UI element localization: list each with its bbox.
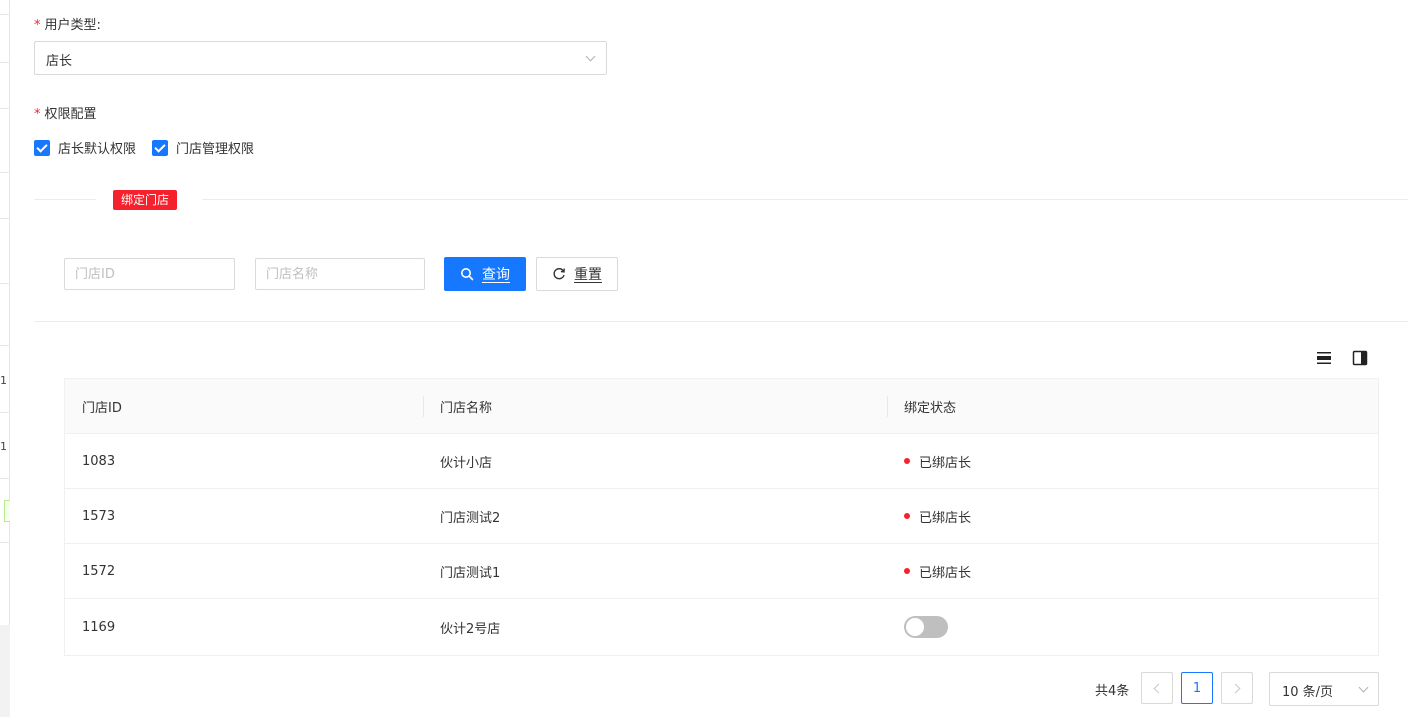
density-icon[interactable] [1316,350,1332,366]
background-digit: 1 [0,374,7,387]
status-dot-icon [904,458,910,464]
status-dot-icon [904,568,910,574]
pagination-page-button[interactable]: 1 [1181,672,1213,704]
required-mark: * [34,18,41,33]
checkbox-label: 店长默认权限 [58,142,137,157]
checkbox-checked-icon[interactable] [152,139,169,156]
checkbox-checked-icon[interactable] [34,139,50,156]
page-size-value: 10 条/页 [1282,685,1334,700]
table-row: 1573 门店测试2 已绑店长 [65,489,1378,544]
permission-checkbox-group: 店长默认权限 门店管理权限 [34,138,270,157]
cell-store-id: 1169 [82,619,116,635]
table-header: 门店ID 门店名称 绑定状态 [65,379,1378,434]
background-tag [4,500,10,522]
store-table: 门店ID 门店名称 绑定状态 1083 伙计小店 已绑店长 1573 门店测试2… [64,378,1379,656]
cell-store-name: 门店测试1 [440,565,501,581]
background-page-edge: 1 1 [0,0,10,717]
query-button[interactable]: 查询 [444,257,526,291]
status-text: 已绑店长 [919,510,972,526]
query-button-label: 查询 [482,267,510,283]
chevron-down-icon [585,51,596,62]
checkbox-label: 门店管理权限 [176,142,255,157]
reset-button[interactable]: 重置 [536,257,618,291]
cell-bind-status [887,599,1378,655]
background-digit: 1 [0,440,7,453]
cell-store-id: 1083 [82,453,116,469]
checkbox-default-permission[interactable]: 店长默认权限 [34,138,136,157]
cell-store-name: 门店测试2 [440,510,501,526]
toggle-knob [906,618,924,636]
status-dot-icon [904,513,910,519]
user-type-select[interactable]: 店长 [34,41,607,75]
chevron-left-icon [1153,683,1164,693]
store-id-input[interactable] [64,258,235,290]
search-divider [34,321,1408,322]
column-header-store-id: 门店ID [82,400,122,416]
column-header-store-name: 门店名称 [423,379,887,433]
column-header-bind-status: 绑定状态 [887,379,1378,433]
checkbox-store-management-permission[interactable]: 门店管理权限 [152,138,254,157]
reload-icon [552,267,566,281]
table-row: 1572 门店测试1 已绑店长 [65,544,1378,599]
user-type-value: 店长 [46,54,73,69]
pagination-total: 共4条 [1095,684,1130,699]
cell-bind-status: 已绑店长 [887,489,1378,543]
search-icon [460,267,474,281]
chevron-right-icon [1230,683,1241,693]
column-setting-icon[interactable] [1352,350,1368,366]
required-mark: * [34,107,41,122]
table-row: 1169 伙计2号店 [65,599,1378,655]
bind-store-tag: 绑定门店 [113,190,178,210]
status-text: 已绑店长 [919,565,972,581]
cell-store-name: 伙计小店 [440,455,493,471]
status-text: 已绑店长 [919,455,972,471]
permission-label: * 权限配置 [34,103,97,122]
user-type-label: * 用户类型: [34,14,101,33]
cell-store-id: 1572 [82,563,116,579]
permission-label-text: 权限配置 [44,107,97,122]
reset-button-label: 重置 [574,267,602,283]
cell-store-id: 1573 [82,508,116,524]
bind-toggle-switch[interactable] [904,616,948,638]
pagination-next-button[interactable] [1221,672,1253,704]
page-size-select[interactable]: 10 条/页 [1269,672,1379,706]
cell-bind-status: 已绑店长 [887,434,1378,488]
user-type-label-text: 用户类型: [44,18,101,33]
chevron-down-icon [1358,682,1369,693]
section-divider [34,199,1408,200]
cell-store-name: 伙计2号店 [440,621,501,637]
cell-bind-status: 已绑店长 [887,544,1378,598]
table-row: 1083 伙计小店 已绑店长 [65,434,1378,489]
store-name-input[interactable] [255,258,425,290]
pagination-prev-button[interactable] [1141,672,1173,704]
